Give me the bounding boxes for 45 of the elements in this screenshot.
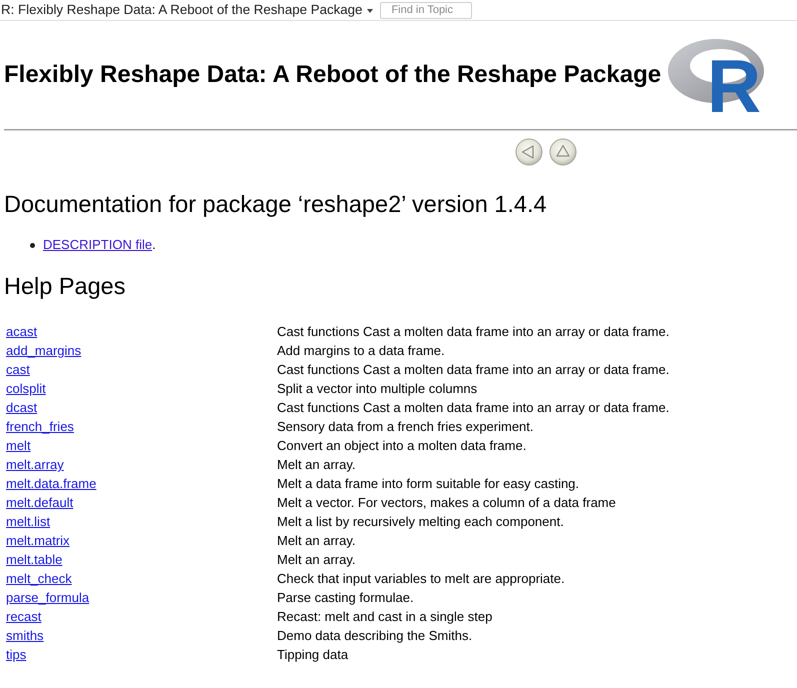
topic-description: Parse casting formulae. (277, 589, 414, 607)
topic-link[interactable]: melt_check (6, 569, 72, 588)
topic-description: Melt an array. (277, 532, 356, 550)
topic-link[interactable]: melt.array (6, 455, 64, 474)
topic-description: Convert an object into a molten data frame. (277, 437, 526, 455)
topic-description: Check that input variables to melt are appropriate. (277, 570, 565, 588)
topic-link[interactable]: melt.list (6, 512, 50, 531)
topic-link[interactable]: acast (6, 322, 38, 341)
documentation-heading: Documentation for package ‘reshape2’ version 1.4.4 (4, 190, 548, 218)
topic-link[interactable]: melt.default (6, 493, 74, 512)
topic-link[interactable]: melt (6, 436, 31, 455)
topic-link[interactable]: smiths (6, 626, 44, 645)
topic-link[interactable]: tips (6, 645, 26, 664)
topic-link[interactable]: recast (6, 607, 42, 626)
topic-description: Melt an array. (277, 551, 356, 569)
bullet-icon (30, 242, 35, 248)
caret-icon[interactable] (367, 8, 374, 12)
topic-link[interactable]: melt.matrix (6, 531, 70, 550)
topic-description: Melt a data frame into form suitable for easy casting. (277, 475, 580, 493)
description-link[interactable]: DESCRIPTION file (43, 237, 152, 252)
page-title: Flexibly Reshape Data: A Reboot of the Reshape Package (4, 61, 662, 89)
help-pages-heading: Help Pages (4, 272, 126, 300)
topic-description: Cast functions Cast a molten data frame into an array or data frame. (277, 323, 670, 341)
description-item: DESCRIPTION file. (43, 237, 156, 253)
topic-description: Split a vector into multiple columns (277, 380, 478, 398)
topic-description: Sensory data from a french fries experiment. (277, 418, 534, 436)
topic-description: Melt a vector. For vectors, makes a column of a data frame (277, 494, 616, 512)
topic-link[interactable]: melt.table (6, 550, 62, 569)
topic-link[interactable]: cast (6, 360, 30, 379)
topic-description: Melt a list by recursively melting each component. (277, 513, 564, 531)
find-in-topic-field[interactable]: Find in Topic (380, 2, 472, 18)
topic-title[interactable]: R: Flexibly Reshape Data: A Reboot of the Reshape Package (1, 2, 362, 18)
topic-description: Cast functions Cast a molten data frame into an array or data frame. (277, 399, 670, 417)
topic-description: Cast functions Cast a molten data frame into an array or data frame. (277, 361, 670, 379)
topic-description: Add margins to a data frame. (277, 342, 445, 360)
topic-link[interactable]: colsplit (6, 379, 46, 398)
topic-link[interactable]: add_margins (6, 341, 82, 360)
topic-description: Demo data describing the Smiths. (277, 627, 472, 645)
topic-link[interactable]: melt.data.frame (6, 474, 96, 493)
topic-link[interactable]: parse_formula (6, 588, 90, 607)
topic-description: Melt an array. (277, 456, 356, 474)
topic-description: Tipping data (277, 646, 348, 664)
topic-link[interactable]: dcast (6, 398, 38, 417)
topic-link[interactable]: french_fries (6, 417, 74, 436)
topic-description: Recast: melt and cast in a single step (277, 608, 492, 626)
